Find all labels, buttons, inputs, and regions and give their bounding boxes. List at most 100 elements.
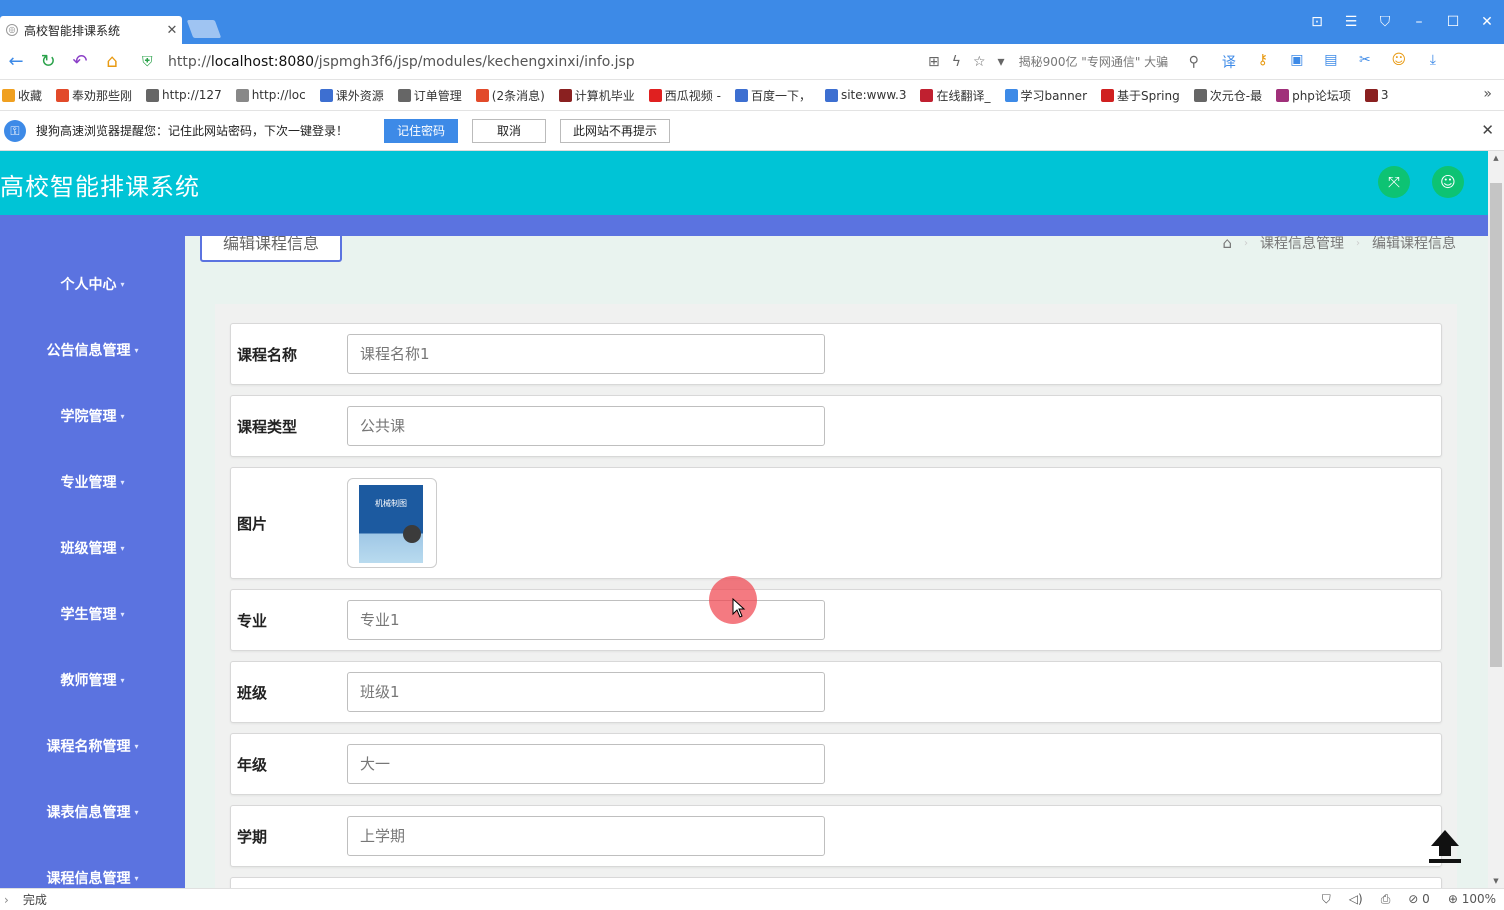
sidebar-item[interactable]: 课程名称管理 ▾: [0, 713, 185, 779]
fullscreen-icon[interactable]: ⤧: [1378, 166, 1410, 198]
search-box[interactable]: 揭秘900亿 "专网通信" 大骗: [1019, 53, 1189, 70]
bookmark-favicon-icon: [2, 88, 15, 102]
menu-icon[interactable]: ☰: [1334, 14, 1368, 30]
page-scrollbar[interactable]: ▲ ▼: [1488, 151, 1504, 888]
undo-icon[interactable]: ↶: [64, 51, 96, 72]
form-row-next: [230, 877, 1442, 888]
sidebar-item[interactable]: 公告信息管理 ▾: [0, 317, 185, 383]
browser-tab[interactable]: ◎ 高校智能排课系统 ✕: [0, 16, 182, 44]
sidebar-item[interactable]: 课表信息管理 ▾: [0, 779, 185, 845]
bookmark-item[interactable]: 3: [1364, 88, 1389, 102]
refresh-icon[interactable]: ↻: [32, 51, 64, 72]
sidebar-item[interactable]: 个人中心 ▾: [0, 251, 185, 317]
scissors-icon[interactable]: ✂: [1355, 52, 1375, 72]
close-window-icon[interactable]: ✕: [1470, 14, 1504, 30]
star-icon[interactable]: ☆: [973, 54, 986, 70]
bookmark-item[interactable]: 百度一下，: [734, 87, 811, 104]
password-prompt-message: 搜狗高速浏览器提醒您：记住此网站密码，下次一键登录！: [36, 124, 349, 138]
ad-block-count[interactable]: ⊘ 0: [1408, 892, 1430, 907]
form-row-grade: 年级 大一: [230, 733, 1442, 795]
bookmark-item[interactable]: 课外资源: [319, 87, 384, 104]
maximize-icon[interactable]: ☐: [1436, 14, 1470, 30]
url-input[interactable]: http://localhost:8080/jspmgh3f6/jsp/modu…: [168, 54, 928, 70]
form-panel: 课程名称 课程名称1 课程类型 公共课 图片 机械制图 专业 专业1 班级 班级…: [215, 304, 1457, 888]
bookmark-item[interactable]: (2条消息): [475, 87, 545, 104]
bookmark-favicon-icon: [319, 88, 333, 102]
course-name-input[interactable]: 课程名称1: [347, 334, 825, 374]
sidebar-item[interactable]: 学生管理 ▾: [0, 581, 185, 647]
lightning-icon[interactable]: ϟ: [952, 54, 961, 70]
tab-list-icon[interactable]: ⊡: [1300, 14, 1334, 30]
scroll-up-icon[interactable]: ▲: [1488, 154, 1504, 162]
bookmark-item[interactable]: 基于Spring: [1101, 87, 1180, 104]
close-prompt-icon[interactable]: ✕: [1481, 121, 1494, 139]
form-row-course-type: 课程类型 公共课: [230, 395, 1442, 457]
bookmark-item[interactable]: 在线翻译_: [920, 87, 991, 104]
sidebar-item-label: 个人中心: [60, 277, 117, 293]
bookmark-label: 奉劝那些刚: [72, 88, 133, 103]
bookmark-item[interactable]: 西瓜视频 -: [648, 87, 721, 104]
course-type-input[interactable]: 公共课: [347, 406, 825, 446]
bookmark-item[interactable]: site:www.3: [824, 88, 906, 102]
key-icon[interactable]: ⚷: [1253, 52, 1273, 72]
grade-input[interactable]: 大一: [347, 744, 825, 784]
sound-icon[interactable]: ◁): [1349, 892, 1363, 907]
cancel-password-button[interactable]: 取消: [472, 118, 546, 143]
sidebar-item[interactable]: 专业管理 ▾: [0, 449, 185, 515]
back-icon[interactable]: ←: [0, 51, 32, 72]
bookmark-item[interactable]: 收藏: [2, 87, 42, 104]
bookmarks-overflow-icon[interactable]: »: [1483, 86, 1492, 102]
home-icon[interactable]: ⌂: [96, 51, 128, 72]
semester-input[interactable]: 上学期: [347, 816, 825, 856]
print-icon[interactable]: ⎙: [1381, 892, 1391, 907]
sidebar-item[interactable]: 班级管理 ▾: [0, 515, 185, 581]
breadcrumb-item[interactable]: 课程信息管理: [1260, 236, 1344, 253]
user-icon[interactable]: ☺: [1432, 166, 1464, 198]
sidebar-item[interactable]: 课程信息管理 ▾: [0, 845, 185, 888]
bookmark-item[interactable]: 奉劝那些刚: [56, 87, 132, 104]
sidebar-item[interactable]: 教师管理 ▾: [0, 647, 185, 713]
bookmark-label: 订单管理: [413, 88, 462, 103]
never-prompt-button[interactable]: 此网站不再提示: [560, 118, 671, 143]
new-tab-button[interactable]: [186, 20, 222, 38]
tab-close-icon[interactable]: ✕: [162, 23, 182, 38]
ad-block-count-value: 0: [1422, 892, 1430, 906]
search-icon[interactable]: ⚲: [1189, 54, 1199, 70]
emoji-icon[interactable]: ☺: [1389, 52, 1409, 72]
qr-code-icon[interactable]: ⊞: [928, 54, 940, 70]
chevron-down-icon[interactable]: ▾: [998, 54, 1005, 70]
bookmark-item[interactable]: php论坛项: [1276, 87, 1351, 104]
bookmark-favicon-icon: [235, 88, 249, 102]
bookmark-item[interactable]: 订单管理: [397, 87, 462, 104]
bookmark-label: 3: [1380, 88, 1389, 102]
security-status-icon[interactable]: ⛉: [1322, 892, 1331, 907]
bookmark-label: 在线翻译_: [936, 88, 991, 103]
bookmark-icon[interactable]: ▣: [1287, 52, 1307, 72]
breadcrumb-home-icon[interactable]: ⌂: [1222, 236, 1232, 252]
translate-icon[interactable]: 译: [1219, 52, 1239, 72]
class-input[interactable]: 班级1: [347, 672, 825, 712]
bookmark-item[interactable]: 次元仓-最: [1193, 87, 1262, 104]
skin-icon[interactable]: ⛉: [1368, 14, 1402, 30]
sidebar-item[interactable]: 学院管理 ▾: [0, 383, 185, 449]
minimize-icon[interactable]: –: [1402, 14, 1436, 30]
bookmark-favicon-icon: [1101, 88, 1114, 102]
bookmark-item[interactable]: 计算机毕业: [558, 87, 635, 104]
course-image-thumbnail[interactable]: 机械制图: [347, 478, 437, 568]
zoom-control[interactable]: ⊕ 100%: [1448, 892, 1496, 907]
screen-icon[interactable]: ▤: [1321, 52, 1341, 72]
scrollbar-thumb[interactable]: [1490, 183, 1502, 667]
bookmark-label: http://127: [162, 88, 222, 102]
bookmark-label: 基于Spring: [1117, 88, 1180, 103]
scroll-to-top-icon[interactable]: [1425, 826, 1465, 866]
remember-password-button[interactable]: 记住密码: [384, 118, 458, 143]
breadcrumb-separator: ›: [1356, 237, 1360, 249]
extension-icons: 译 ⚷ ▣ ▤ ✂ ☺ ⤓: [1219, 52, 1443, 72]
zoom-value: 100%: [1461, 892, 1496, 906]
bookmark-item[interactable]: 学习banner: [1004, 87, 1087, 104]
bookmark-item[interactable]: http://127: [146, 88, 222, 102]
bookmark-item[interactable]: http://loc: [235, 88, 306, 102]
form-row-course-name: 课程名称 课程名称1: [230, 323, 1442, 385]
scroll-down-icon[interactable]: ▼: [1488, 877, 1504, 885]
download-icon[interactable]: ⤓: [1423, 52, 1443, 72]
